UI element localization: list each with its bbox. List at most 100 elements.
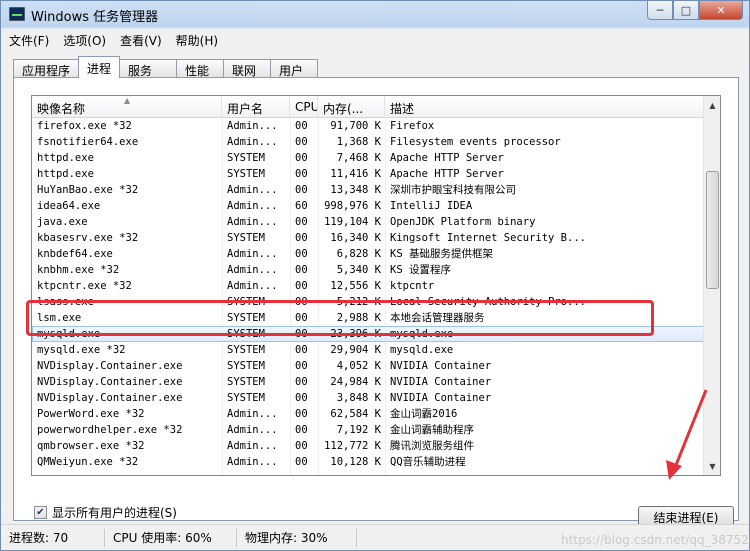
cell-cpu: 00 bbox=[295, 248, 308, 260]
cell-cpu: 00 bbox=[295, 136, 308, 148]
cell-mem: 6,828 K bbox=[336, 248, 381, 260]
cell-cpu: 00 bbox=[295, 280, 308, 292]
show-all-users-option[interactable]: ✔ 显示所有用户的进程(S) bbox=[34, 504, 177, 521]
cell-name: powerwordhelper.exe *32 bbox=[37, 424, 183, 436]
cell-mem: 62,584 K bbox=[330, 408, 381, 420]
table-row[interactable]: QMWeiyun.exe *32 Admin... 00 10,128 K QQ音乐辅助… bbox=[32, 454, 704, 470]
table-row[interactable]: lsm.exe SYSTEM 00 2,988 K 本地会话管理器服务 bbox=[32, 310, 704, 326]
cell-desc: Local Security Authority Pro... bbox=[390, 296, 586, 308]
table-row[interactable]: firefox.exe *32 Admin... 00 91,700 K Firefox bbox=[32, 118, 704, 134]
cell-user: Admin... bbox=[227, 440, 278, 452]
cell-desc: mysqld.exe bbox=[390, 328, 454, 340]
cell-mem: 112,772 K bbox=[324, 440, 381, 452]
tab-networking[interactable]: 联网 bbox=[223, 59, 272, 78]
cell-desc: mysqld.exe bbox=[390, 344, 454, 356]
cell-desc: KS 设置程序 bbox=[390, 264, 451, 276]
table-row[interactable]: HuYanBao.exe *32 Admin... 00 13,348 K 深圳市护眼宝… bbox=[32, 182, 704, 198]
table-row[interactable]: idea64.exe Admin... 60 998,976 K IntelliJ ID… bbox=[32, 198, 704, 214]
menu-view[interactable]: 查看(V) bbox=[120, 32, 162, 49]
cell-mem: 2,988 K bbox=[336, 312, 381, 324]
column-label: 映像名称 bbox=[37, 102, 86, 116]
table-row[interactable]: kbasesrv.exe *32 SYSTEM 00 16,340 K Kingsoft… bbox=[32, 230, 704, 246]
column-header-memory[interactable]: 内存(... bbox=[318, 96, 385, 118]
cell-cpu: 00 bbox=[295, 312, 308, 324]
cell-user: Admin... bbox=[227, 408, 278, 420]
tab-processes[interactable]: 进程 bbox=[78, 56, 121, 78]
table-row[interactable]: fsnotifier64.exe Admin... 00 1,368 K Filesys… bbox=[32, 134, 704, 150]
cell-cpu: 00 bbox=[295, 184, 308, 196]
table-row[interactable]: mysqld.exe *32 SYSTEM 00 29,904 K mysqld.exe bbox=[32, 342, 704, 358]
cell-desc: KS 基础服务提供框架 bbox=[390, 248, 493, 260]
table-row[interactable]: powerwordhelper.exe *32 Admin... 00 7,192 K… bbox=[32, 422, 704, 438]
menu-file[interactable]: 文件(F) bbox=[9, 32, 49, 49]
column-header-description[interactable]: 描述 bbox=[385, 96, 704, 118]
cell-cpu: 00 bbox=[295, 264, 308, 276]
column-header-cpu[interactable]: CPU bbox=[290, 96, 318, 118]
cell-user: SYSTEM bbox=[227, 232, 265, 244]
cell-mem: 23,396 K bbox=[330, 328, 381, 340]
cell-name: mysqld.exe bbox=[37, 328, 101, 340]
table-row[interactable]: PowerWord.exe *32 Admin... 00 62,584 K 金山词霸2… bbox=[32, 406, 704, 422]
title-bar[interactable]: Windows 任务管理器 ─ □ ✕ bbox=[1, 1, 749, 29]
cell-cpu: 00 bbox=[295, 440, 308, 452]
cell-mem: 29,904 K bbox=[330, 344, 381, 356]
table-row[interactable]: NVDisplay.Container.exe SYSTEM 00 24,984 KN… bbox=[32, 374, 704, 390]
status-memory: 物理内存: 30% bbox=[237, 528, 357, 547]
cell-name: lsm.exe bbox=[37, 312, 82, 324]
cell-cpu: 00 bbox=[295, 408, 308, 420]
scrollbar-thumb[interactable] bbox=[706, 171, 719, 289]
cell-mem: 119,104 K bbox=[324, 216, 381, 228]
window-controls: ─ □ ✕ bbox=[647, 1, 743, 20]
cell-mem: 24,984 K bbox=[330, 376, 381, 388]
table-row[interactable]: ktpcntr.exe *32 Admin... 00 12,556 K ktpcntr bbox=[32, 278, 704, 294]
minimize-button[interactable]: ─ bbox=[647, 1, 673, 20]
close-button[interactable]: ✕ bbox=[699, 1, 743, 20]
cell-name: qmbrowser.exe *32 bbox=[37, 440, 145, 452]
table-row[interactable]: lsass.exe SYSTEM 00 5,212 K Local Security A… bbox=[32, 294, 704, 310]
maximize-button[interactable]: □ bbox=[673, 1, 699, 20]
cell-name: knbdef64.exe bbox=[37, 248, 113, 260]
sort-ascending-icon: ▲ bbox=[124, 96, 131, 105]
table-row[interactable]: java.exe Admin... 00 119,104 K OpenJDK Platf… bbox=[32, 214, 704, 230]
tab-applications[interactable]: 应用程序 bbox=[13, 59, 80, 78]
cell-name: httpd.exe bbox=[37, 168, 94, 180]
cell-mem: 91,700 K bbox=[330, 120, 381, 132]
table-row[interactable]: NVDisplay.Container.exe SYSTEM 00 4,052 K NV… bbox=[32, 358, 704, 374]
cell-user: SYSTEM bbox=[227, 296, 265, 308]
status-process-count: 进程数: 70 bbox=[1, 528, 105, 547]
cell-mem: 11,416 K bbox=[330, 168, 381, 180]
scroll-up-icon[interactable]: ▲ bbox=[705, 97, 720, 113]
column-header-image-name[interactable]: ▲ 映像名称 bbox=[32, 96, 222, 118]
table-row[interactable]: knbhm.exe *32 Admin... 00 5,340 K KS 设置程序 bbox=[32, 262, 704, 278]
column-headers: ▲ 映像名称 用户名 CPU 内存(... 描述 bbox=[32, 96, 704, 118]
cell-mem: 998,976 K bbox=[324, 200, 381, 212]
column-header-user[interactable]: 用户名 bbox=[222, 96, 290, 118]
table-row[interactable]: httpd.exe SYSTEM 00 11,416 K Apache HTTP Ser… bbox=[32, 166, 704, 182]
menu-options[interactable]: 选项(O) bbox=[63, 32, 106, 49]
cell-mem: 1,368 K bbox=[336, 136, 381, 148]
table-row[interactable]: knbdef64.exe Admin... 00 6,828 K KS 基础服务提供框架 bbox=[32, 246, 704, 262]
table-row[interactable]: httpd.exe SYSTEM 00 7,468 K Apache HTTP Serv… bbox=[32, 150, 704, 166]
tab-services[interactable]: 服务 bbox=[119, 59, 178, 78]
table-row[interactable]: qmbrowser.exe *32 Admin... 00 112,772 K 腾讯浏览… bbox=[32, 438, 704, 454]
cell-name: NVDisplay.Container.exe bbox=[37, 360, 183, 372]
table-row[interactable]: NVDisplay.Container.exe SYSTEM 00 3,848 K NV… bbox=[32, 390, 704, 406]
cell-name: kbasesrv.exe *32 bbox=[37, 232, 139, 244]
tab-strip: 应用程序 进程 服务 性能 联网 用户 bbox=[13, 56, 319, 78]
window-title: Windows 任务管理器 bbox=[31, 10, 159, 25]
cell-mem: 5,340 K bbox=[336, 264, 381, 276]
processes-panel: ▲ 映像名称 用户名 CPU 内存(... 描述 firefox.exe *32… bbox=[13, 77, 739, 528]
show-all-users-checkbox[interactable]: ✔ bbox=[34, 506, 47, 519]
tab-performance[interactable]: 性能 bbox=[176, 59, 225, 78]
menu-bar: 文件(F) 选项(O) 查看(V) 帮助(H) bbox=[1, 29, 749, 51]
table-row[interactable]: mysqld.exe SYSTEM 00 23,396 K mysqld.exe bbox=[32, 326, 704, 342]
cell-desc: IntelliJ IDEA bbox=[390, 200, 473, 212]
cell-name: PowerWord.exe *32 bbox=[37, 408, 145, 420]
process-list[interactable]: ▲ 映像名称 用户名 CPU 内存(... 描述 firefox.exe *32… bbox=[31, 95, 721, 476]
cell-name: HuYanBao.exe *32 bbox=[37, 184, 139, 196]
cell-user: Admin... bbox=[227, 136, 278, 148]
cell-name: lsass.exe bbox=[37, 296, 94, 308]
client-area: 应用程序 进程 服务 性能 联网 用户 ▲ 映像名称 用户名 CPU 内存(..… bbox=[1, 51, 749, 528]
menu-help[interactable]: 帮助(H) bbox=[176, 32, 218, 49]
tab-users[interactable]: 用户 bbox=[270, 59, 319, 78]
